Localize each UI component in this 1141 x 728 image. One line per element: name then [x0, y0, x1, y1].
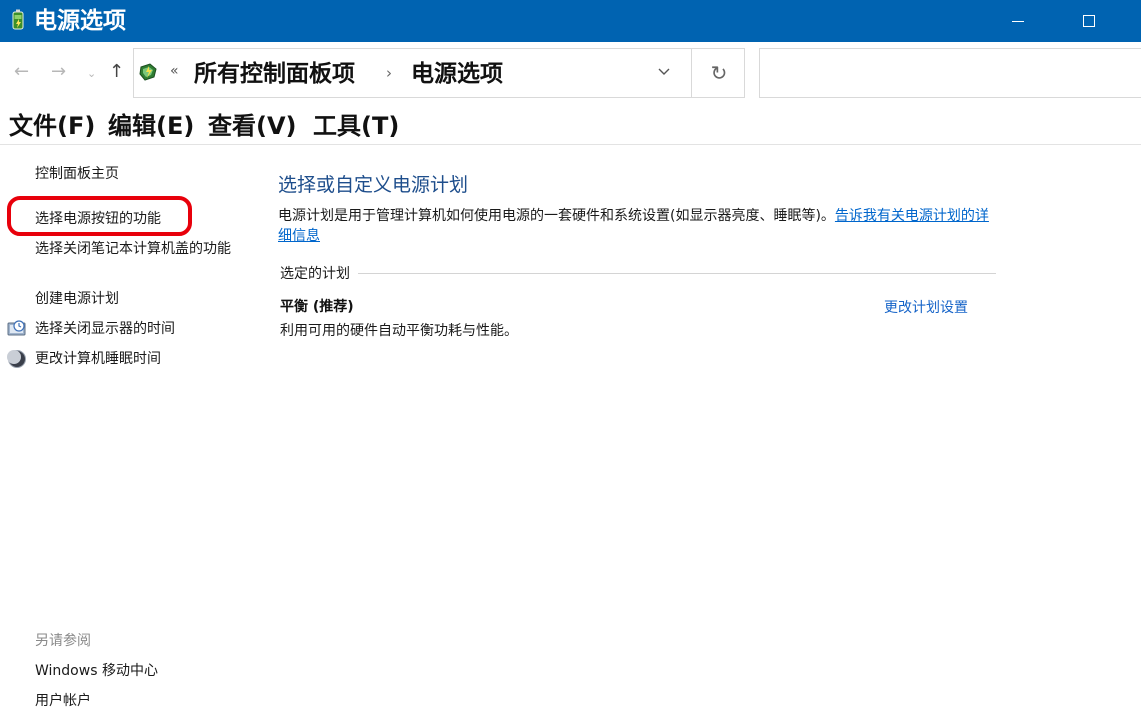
minimize-button[interactable]	[990, 0, 1046, 42]
maximize-button[interactable]	[1061, 0, 1117, 42]
user-accounts-link[interactable]: 用户帐户	[35, 691, 91, 711]
menu-bar: 文件(F) 编辑(E) 查看(V) 工具(T)	[0, 104, 1141, 145]
menu-edit[interactable]: 编辑(E)	[108, 110, 194, 142]
window-title: 电源选项	[34, 8, 126, 34]
breadcrumb-power-options[interactable]: 电源选项	[411, 57, 503, 91]
selected-plan-heading: 选定的计划	[280, 264, 358, 284]
menu-file[interactable]: 文件(F)	[9, 110, 95, 142]
search-input[interactable]	[759, 48, 1141, 98]
monitor-icon	[7, 320, 26, 336]
highlight-annotation	[7, 196, 192, 236]
refresh-icon[interactable]: ↻	[706, 61, 732, 85]
create-power-plan-link[interactable]: 创建电源计划	[35, 289, 119, 309]
change-sleep-time-link[interactable]: 更改计算机睡眠时间	[35, 349, 161, 369]
back-arrow-icon[interactable]: ←	[14, 62, 29, 82]
power-options-icon	[139, 63, 157, 81]
choose-lid-close-function-link[interactable]: 选择关闭笔记本计算机盖的功能	[35, 239, 240, 259]
description-text: 电源计划是用于管理计算机如何使用电源的一套硬件和系统设置(如显示器亮度、睡眠等)…	[278, 208, 835, 224]
overflow-chevron-icon[interactable]: «	[170, 59, 179, 83]
windows-mobility-center-link[interactable]: Windows 移动中心	[35, 661, 158, 681]
chevron-down-icon	[658, 68, 670, 75]
title-bar: 电源选项	[0, 0, 1141, 42]
menu-tools[interactable]: 工具(T)	[313, 110, 399, 142]
address-dropdown-button[interactable]	[654, 62, 674, 82]
maximize-icon	[1083, 15, 1095, 27]
breadcrumb-all-control-panel-items[interactable]: 所有控制面板项	[194, 57, 355, 91]
minimize-icon	[1012, 20, 1024, 22]
control-panel-home-link[interactable]: 控制面板主页	[35, 164, 119, 184]
change-plan-settings-link[interactable]: 更改计划设置	[884, 298, 968, 318]
choose-display-off-time-link[interactable]: 选择关闭显示器的时间	[35, 319, 175, 339]
see-also-heading: 另请参阅	[35, 633, 91, 649]
section-divider	[280, 273, 996, 274]
breadcrumb-separator-icon[interactable]: ›	[386, 61, 392, 85]
plan-description: 利用可用的硬件自动平衡功耗与性能。	[280, 323, 518, 339]
navigation-bar: ← → ⌄ ↑ « 所有控制面板项 › 电源选项 ↻	[0, 42, 1141, 104]
address-bar[interactable]: « 所有控制面板项 › 电源选项 ↻	[133, 48, 745, 98]
page-title: 选择或自定义电源计划	[278, 174, 469, 196]
menu-view[interactable]: 查看(V)	[208, 110, 297, 142]
recent-locations-chevron-icon[interactable]: ⌄	[87, 64, 96, 84]
forward-arrow-icon[interactable]: →	[51, 62, 66, 82]
power-options-icon	[12, 9, 24, 30]
up-arrow-icon[interactable]: ↑	[109, 62, 124, 82]
address-divider	[691, 49, 692, 97]
plan-name[interactable]: 平衡 (推荐)	[280, 297, 354, 317]
power-plan-description: 电源计划是用于管理计算机如何使用电源的一套硬件和系统设置(如显示器亮度、睡眠等)…	[278, 206, 998, 246]
moon-icon	[7, 350, 26, 368]
